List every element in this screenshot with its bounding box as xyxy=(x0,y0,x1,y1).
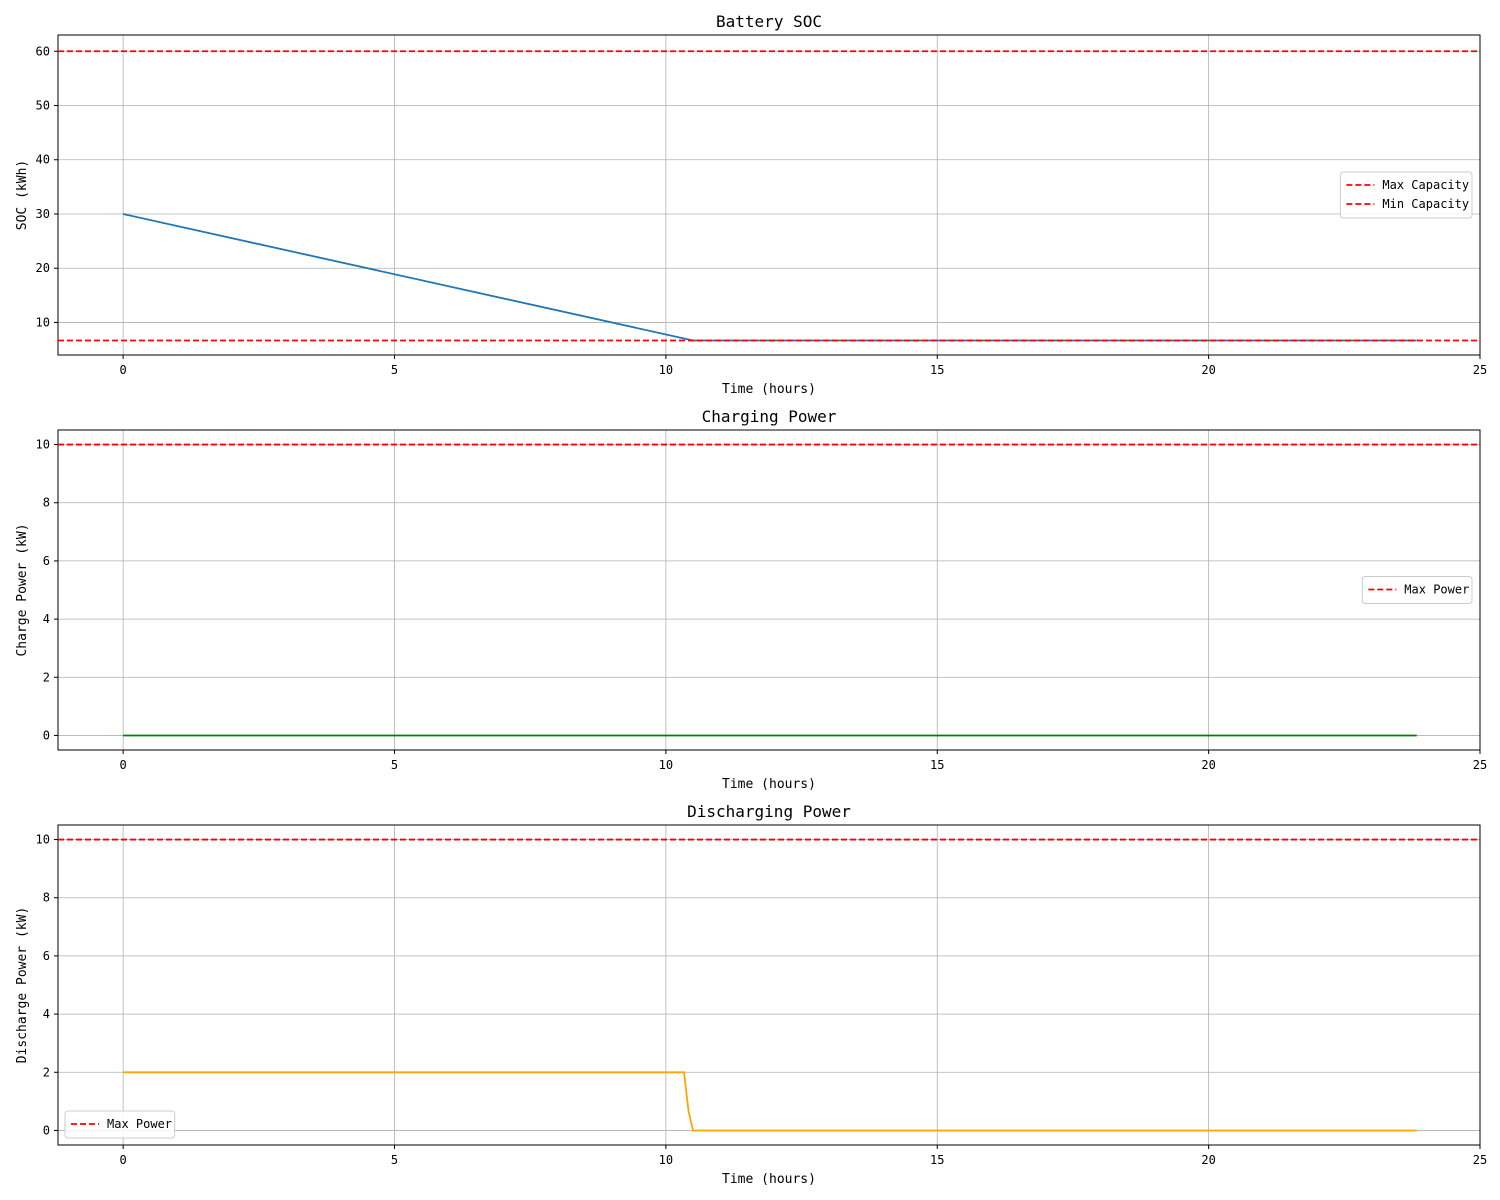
y-tick-label: 8 xyxy=(43,891,50,905)
legend-label: Max Power xyxy=(107,1117,172,1131)
series-line xyxy=(123,1071,1417,1132)
x-tick-label: 15 xyxy=(930,363,944,377)
axes-frame xyxy=(57,429,1481,751)
y-tick-label: 20 xyxy=(36,261,50,275)
y-axis-label: SOC (kWh) xyxy=(15,160,30,230)
y-axis-label: Discharge Power (kW) xyxy=(15,907,30,1064)
x-axis-label: Time (hours) xyxy=(722,1172,816,1187)
x-tick-label: 0 xyxy=(120,758,127,772)
y-axis-label: Charge Power (kW) xyxy=(15,523,30,656)
legend-label: Max Power xyxy=(1404,583,1469,597)
legend-label: Max Capacity xyxy=(1382,178,1469,192)
y-tick-label: 50 xyxy=(36,99,50,113)
x-tick-label: 15 xyxy=(930,758,944,772)
x-tick-label: 20 xyxy=(1201,1153,1215,1167)
x-tick-label: 15 xyxy=(930,1153,944,1167)
y-tick-label: 2 xyxy=(43,670,50,684)
x-tick-label: 0 xyxy=(120,1153,127,1167)
legend-label: Min Capacity xyxy=(1382,197,1469,211)
y-tick-label: 0 xyxy=(43,1123,50,1137)
chart-panel-1: 0 5 10 15 20 25 10 20 30 40 50 60 Battery SOC Time (h… xyxy=(15,12,1487,397)
y-tick-label: 30 xyxy=(36,207,50,221)
x-tick-label: 25 xyxy=(1473,1153,1487,1167)
series-line xyxy=(122,213,1417,342)
y-tick-label: 60 xyxy=(36,44,50,58)
y-tick-label: 2 xyxy=(43,1065,50,1079)
chart-title: Charging Power xyxy=(702,407,837,426)
y-tick-label: 4 xyxy=(43,612,50,626)
y-tick-label: 0 xyxy=(43,728,50,742)
y-tick-label: 10 xyxy=(36,315,50,329)
y-tick-label: 8 xyxy=(43,496,50,510)
figure: 0 5 10 15 20 25102030405060Battery SOCTime (h… xyxy=(15,12,1487,1187)
y-tick-label: 10 xyxy=(36,438,50,452)
x-tick-label: 5 xyxy=(391,1153,398,1167)
y-tick-label: 6 xyxy=(43,554,50,568)
x-tick-label: 20 xyxy=(1201,363,1215,377)
x-tick-label: 10 xyxy=(659,363,673,377)
chart-title: Battery SOC xyxy=(716,12,822,31)
x-axis-label: Time (hours) xyxy=(722,382,816,397)
x-tick-label: 0 xyxy=(120,363,127,377)
x-tick-label: 25 xyxy=(1473,363,1487,377)
chart-panel-2: 0 5 10 15 20 25 0 2 4 6 8 10 Charging Power Time (hou… xyxy=(15,407,1487,792)
x-tick-label: 10 xyxy=(659,1153,673,1167)
x-tick-label: 5 xyxy=(391,363,398,377)
legend: Max Capacity Min Capacity xyxy=(1339,171,1473,219)
x-tick-label: 25 xyxy=(1473,758,1487,772)
chart-panel-3: 0 5 10 15 20 25 0 2 4 6 8 10 Discharging Power Time (… xyxy=(15,802,1487,1187)
y-tick-label: 4 xyxy=(43,1007,50,1021)
y-tick-label: 6 xyxy=(43,949,50,963)
x-tick-label: 10 xyxy=(659,758,673,772)
axes-frame xyxy=(57,34,1481,356)
y-tick-label: 40 xyxy=(36,153,50,167)
x-tick-label: 5 xyxy=(391,758,398,772)
y-tick-label: 10 xyxy=(36,833,50,847)
legend: Max Power xyxy=(1361,576,1473,604)
chart-title: Discharging Power xyxy=(687,802,851,821)
x-tick-label: 20 xyxy=(1201,758,1215,772)
x-axis-label: Time (hours) xyxy=(722,777,816,792)
axes-frame xyxy=(57,824,1481,1146)
legend: Max Power xyxy=(64,1110,176,1139)
